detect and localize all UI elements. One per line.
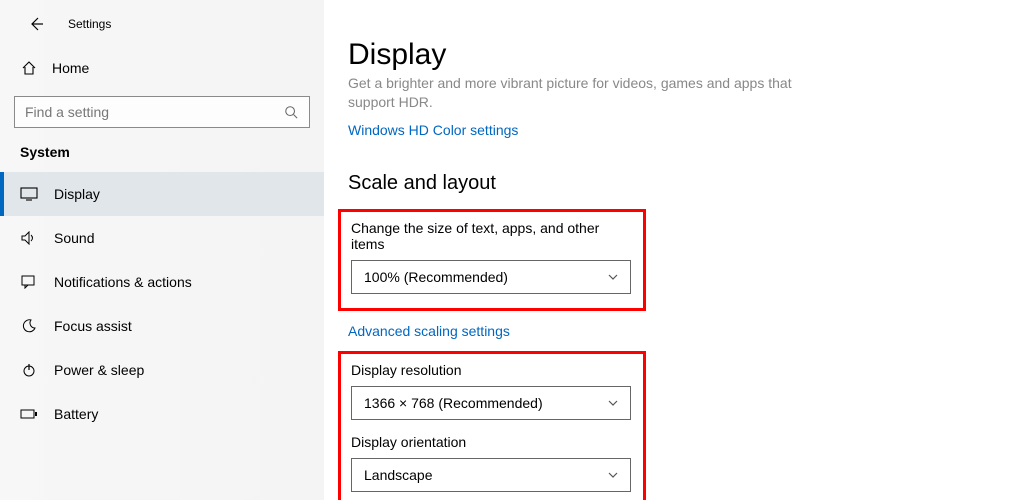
sidebar-item-label: Battery xyxy=(54,406,98,422)
notifications-icon xyxy=(20,273,38,291)
sidebar-item-label: Notifications & actions xyxy=(54,274,192,290)
orientation-field-label: Display orientation xyxy=(351,434,633,450)
hd-color-settings-link[interactable]: Windows HD Color settings xyxy=(348,122,518,138)
page-title: Display xyxy=(348,38,1015,72)
arrow-left-icon xyxy=(28,16,44,32)
search-input-container[interactable] xyxy=(14,96,310,128)
sidebar-home[interactable]: Home xyxy=(0,52,324,84)
scale-layout-heading: Scale and layout xyxy=(348,172,1015,195)
resolution-dropdown[interactable]: 1366 × 768 (Recommended) xyxy=(351,386,631,420)
chevron-down-icon xyxy=(606,396,620,410)
sidebar-item-label: Focus assist xyxy=(54,318,132,334)
sidebar-item-sound[interactable]: Sound xyxy=(0,216,324,260)
home-icon xyxy=(20,60,38,76)
back-button[interactable] xyxy=(24,12,48,36)
scale-dropdown[interactable]: 100% (Recommended) xyxy=(351,260,631,294)
hdr-description: Get a brighter and more vibrant picture … xyxy=(348,74,808,112)
sidebar-item-display[interactable]: Display xyxy=(0,172,324,216)
orientation-dropdown-value: Landscape xyxy=(364,467,433,483)
chevron-down-icon xyxy=(606,468,620,482)
sidebar-item-battery[interactable]: Battery xyxy=(0,392,324,436)
search-input[interactable] xyxy=(25,104,283,120)
scale-field-label: Change the size of text, apps, and other… xyxy=(351,220,633,252)
chevron-down-icon xyxy=(606,270,620,284)
window-title: Settings xyxy=(68,17,111,31)
highlight-box-resolution: Display resolution 1366 × 768 (Recommend… xyxy=(338,351,646,500)
sidebar: Settings Home System Display xyxy=(0,0,324,500)
sidebar-item-notifications[interactable]: Notifications & actions xyxy=(0,260,324,304)
main-content: Display Get a brighter and more vibrant … xyxy=(324,0,1015,500)
sidebar-section-label: System xyxy=(0,144,324,160)
sidebar-item-power-sleep[interactable]: Power & sleep xyxy=(0,348,324,392)
moon-icon xyxy=(20,317,38,335)
scale-dropdown-value: 100% (Recommended) xyxy=(364,269,508,285)
monitor-icon xyxy=(20,185,38,203)
sound-icon xyxy=(20,229,38,247)
sidebar-item-label: Power & sleep xyxy=(54,362,144,378)
resolution-dropdown-value: 1366 × 768 (Recommended) xyxy=(364,395,543,411)
advanced-scaling-link[interactable]: Advanced scaling settings xyxy=(348,323,510,339)
sidebar-item-focus-assist[interactable]: Focus assist xyxy=(0,304,324,348)
search-icon xyxy=(283,104,299,120)
sidebar-item-label: Display xyxy=(54,186,100,202)
resolution-field-label: Display resolution xyxy=(351,362,633,378)
sidebar-nav: Display Sound Notifications & actions Fo… xyxy=(0,172,324,436)
highlight-box-scale: Change the size of text, apps, and other… xyxy=(338,209,646,311)
sidebar-item-label: Sound xyxy=(54,230,94,246)
power-icon xyxy=(20,361,38,379)
home-label: Home xyxy=(52,60,89,76)
battery-icon xyxy=(20,405,38,423)
orientation-dropdown[interactable]: Landscape xyxy=(351,458,631,492)
